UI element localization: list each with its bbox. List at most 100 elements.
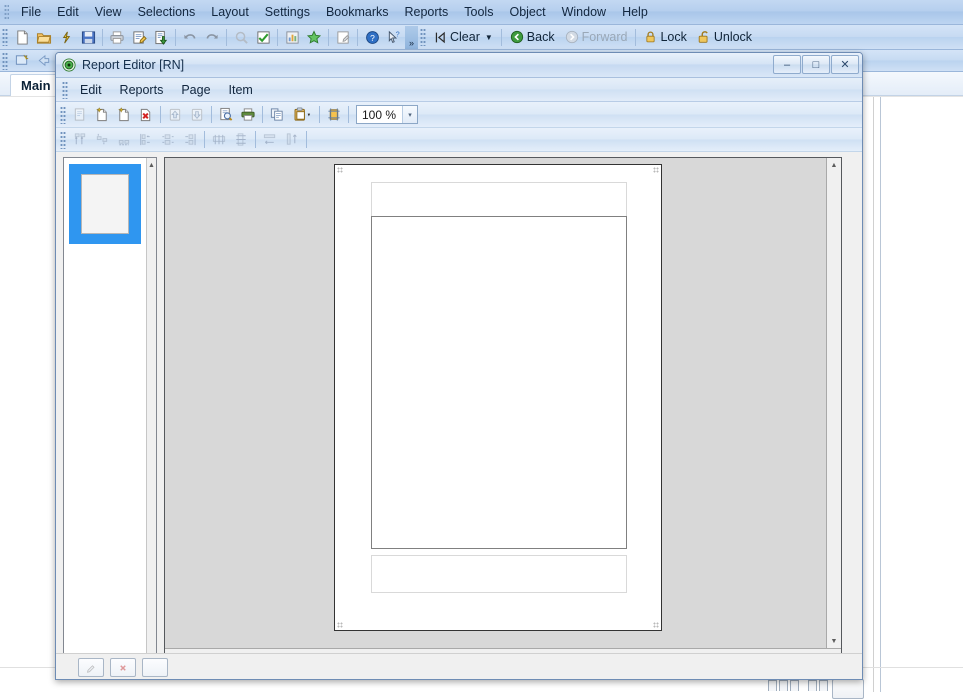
align-top-icon[interactable] (69, 129, 91, 150)
body-band[interactable] (371, 216, 627, 549)
new-document-icon[interactable] (11, 27, 33, 48)
report-target-icon (62, 58, 76, 72)
print-icon[interactable] (106, 27, 128, 48)
menu-object[interactable]: Object (501, 2, 553, 22)
export-icon[interactable] (150, 27, 172, 48)
align-center-icon[interactable] (157, 129, 179, 150)
chart-icon[interactable] (281, 27, 303, 48)
report-editor-titlebar[interactable]: Report Editor [RN] – □ ✕ (56, 53, 862, 78)
forward-label: Forward (581, 30, 628, 44)
delete-item-button[interactable] (110, 658, 136, 677)
minimize-button[interactable]: – (773, 55, 801, 74)
toolbar-grip-3[interactable] (2, 51, 8, 70)
help-icon[interactable]: ? (361, 27, 383, 48)
delete-page-icon[interactable] (135, 104, 157, 125)
copy-icon[interactable] (266, 104, 288, 125)
menu-reports[interactable]: Reports (397, 2, 457, 22)
toolbar-grip-2[interactable] (420, 28, 426, 46)
align-left-icon[interactable] (135, 129, 157, 150)
new-sheet-icon[interactable] (11, 50, 33, 71)
distribute-horizontal-icon[interactable] (208, 129, 230, 150)
align-bottom-icon[interactable] (113, 129, 135, 150)
context-help-icon[interactable]: ? (383, 27, 405, 48)
page-thumbnail-list[interactable] (64, 158, 146, 663)
clear-button[interactable]: Clear ▼ (429, 28, 498, 46)
page-settings-icon[interactable] (323, 104, 345, 125)
zoom-combobox[interactable]: 100 % ▾ (356, 105, 418, 124)
page-thumbnail-1[interactable] (69, 164, 141, 244)
page-thumbnail-pane[interactable]: ▲ ▼ (63, 157, 157, 664)
search-icon[interactable] (230, 27, 252, 48)
report-menu-grip[interactable] (62, 80, 68, 99)
report-editor-window[interactable]: Report Editor [RN] – □ ✕ Edit Reports Pa… (55, 52, 863, 680)
report-menu-page[interactable]: Page (172, 80, 219, 100)
current-selections-icon[interactable] (252, 27, 274, 48)
clear-dropdown-caret[interactable]: ▼ (483, 33, 493, 42)
menu-help[interactable]: Help (614, 2, 656, 22)
menu-tools[interactable]: Tools (456, 2, 501, 22)
menu-view[interactable]: View (87, 2, 130, 22)
report-page-sheet[interactable] (334, 164, 662, 631)
menu-grip[interactable] (4, 4, 9, 20)
edit-script-icon[interactable] (128, 27, 150, 48)
unlock-button[interactable]: Unlock (692, 28, 757, 46)
page-corner-mark (337, 167, 343, 173)
same-width-icon[interactable] (259, 129, 281, 150)
align-toolbar-grip[interactable] (60, 130, 66, 149)
toolbar-grip[interactable] (2, 28, 8, 46)
report-menu-reports[interactable]: Reports (111, 80, 173, 100)
move-page-down-icon[interactable] (186, 104, 208, 125)
sheet-tab-main[interactable]: Main (10, 74, 62, 96)
reload-icon[interactable] (55, 27, 77, 48)
scroll-up-arrow-icon[interactable]: ▲ (147, 158, 156, 173)
redo-icon[interactable] (201, 27, 223, 48)
duplicate-page-icon[interactable] (113, 104, 135, 125)
canvas-vertical-scrollbar[interactable]: ▲ ▼ (826, 158, 841, 649)
menu-selections[interactable]: Selections (130, 2, 204, 22)
restore-button[interactable]: □ (802, 55, 830, 74)
same-height-icon[interactable] (281, 129, 303, 150)
align-right-icon[interactable] (179, 129, 201, 150)
menu-bookmarks[interactable]: Bookmarks (318, 2, 397, 22)
close-button[interactable]: ✕ (831, 55, 859, 74)
report-canvas[interactable] (165, 158, 827, 649)
report-toolbar-grip[interactable] (60, 105, 66, 124)
edit-module-icon[interactable] (332, 27, 354, 48)
back-button[interactable]: Back (505, 28, 560, 46)
edit-item-button[interactable] (78, 658, 104, 677)
report-menu-edit[interactable]: Edit (71, 80, 111, 100)
report-editor-menu-bar: Edit Reports Page Item (56, 78, 862, 102)
undo-icon[interactable] (179, 27, 201, 48)
report-editor-title: Report Editor [RN] (82, 58, 185, 72)
distribute-vertical-icon[interactable] (230, 129, 252, 150)
properties-button[interactable] (142, 658, 168, 677)
open-folder-icon[interactable] (33, 27, 55, 48)
forward-button: Forward (560, 28, 633, 46)
favorite-star-icon[interactable] (303, 27, 325, 48)
print-preview-icon[interactable] (215, 104, 237, 125)
page-footer-band[interactable] (371, 555, 627, 593)
lock-button[interactable]: Lock (639, 28, 691, 46)
print-icon[interactable] (237, 104, 259, 125)
menu-window[interactable]: Window (554, 2, 614, 22)
menu-file[interactable]: File (13, 2, 49, 22)
report-menu-item[interactable]: Item (220, 80, 262, 100)
back-sheet-icon[interactable] (33, 50, 55, 71)
menu-settings[interactable]: Settings (257, 2, 318, 22)
paste-icon[interactable] (288, 104, 316, 125)
chevron-down-icon[interactable]: ▾ (402, 106, 417, 123)
move-page-up-icon[interactable] (164, 104, 186, 125)
toolbar-separator (635, 28, 637, 46)
add-page-icon[interactable] (91, 104, 113, 125)
host-bottom-button[interactable] (832, 679, 864, 699)
toolbar-overflow-button[interactable]: » (405, 25, 418, 49)
menu-edit[interactable]: Edit (49, 2, 87, 22)
align-middle-icon[interactable] (91, 129, 113, 150)
new-report-icon[interactable] (69, 104, 91, 125)
report-canvas-pane[interactable]: ▲ ▼ ◀ ▶ (164, 157, 842, 664)
thumbnail-scrollbar[interactable]: ▲ ▼ (146, 158, 156, 663)
scroll-down-arrow-icon[interactable]: ▼ (827, 634, 841, 649)
save-icon[interactable] (77, 27, 99, 48)
menu-layout[interactable]: Layout (203, 2, 257, 22)
scroll-up-arrow-icon[interactable]: ▲ (827, 158, 841, 173)
